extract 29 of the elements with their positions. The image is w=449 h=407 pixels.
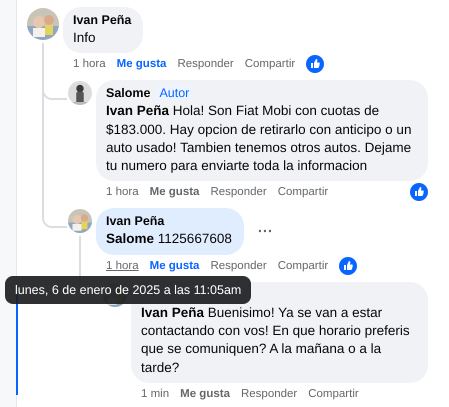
like-button[interactable]: Me gusta <box>116 58 166 70</box>
timestamp-link[interactable]: 1 hora <box>73 58 106 70</box>
reply-button[interactable]: Responder <box>210 186 267 198</box>
author-badge: Autor <box>156 85 192 102</box>
share-button[interactable]: Compartir <box>278 186 328 198</box>
like-icon[interactable] <box>339 256 358 275</box>
comment-text: Info <box>73 29 97 47</box>
timestamp-link[interactable]: 1 min <box>141 388 170 400</box>
timestamp-link[interactable]: 1 hora <box>106 186 139 198</box>
comment-text: Ivan Peña Hola! Son Fiat Mobi con cuotas de $183.000. Hay opcion de retirarlo con anticipo o un auto usado! Tambien tenemos otros autos. Dejame tu numero para enviarte toda la informacion <box>106 102 412 176</box>
more-button[interactable]: ··· <box>254 223 277 240</box>
comment-text: Ivan Peña Buenisimo! Ya se van a estar contactando con vos! En que horario preferis que se comuniquen? A la mañana o a la tarde? <box>141 304 411 377</box>
like-icon[interactable] <box>306 55 324 74</box>
like-button[interactable]: Me gusta <box>150 186 200 198</box>
like-button[interactable]: Me gusta <box>150 260 200 272</box>
reply-button[interactable]: Responder <box>240 388 298 400</box>
timestamp-link[interactable]: 1 hora <box>106 260 139 272</box>
share-button[interactable]: Compartir <box>244 58 296 70</box>
reply-button[interactable]: Responder <box>210 260 267 272</box>
like-button[interactable]: Me gusta <box>180 388 230 400</box>
like-icon[interactable] <box>410 183 428 202</box>
thread-connector <box>42 208 67 228</box>
share-button[interactable]: Compartir <box>278 260 328 272</box>
author-name: Salome <box>106 85 150 102</box>
comment-text: Salome 1125667608 <box>106 230 232 248</box>
author-name: Ivan Peña <box>73 12 132 28</box>
author-name: Ivan Peña <box>106 213 164 230</box>
share-button[interactable]: Compartir <box>308 388 359 400</box>
reply-button[interactable]: Responder <box>177 58 234 70</box>
